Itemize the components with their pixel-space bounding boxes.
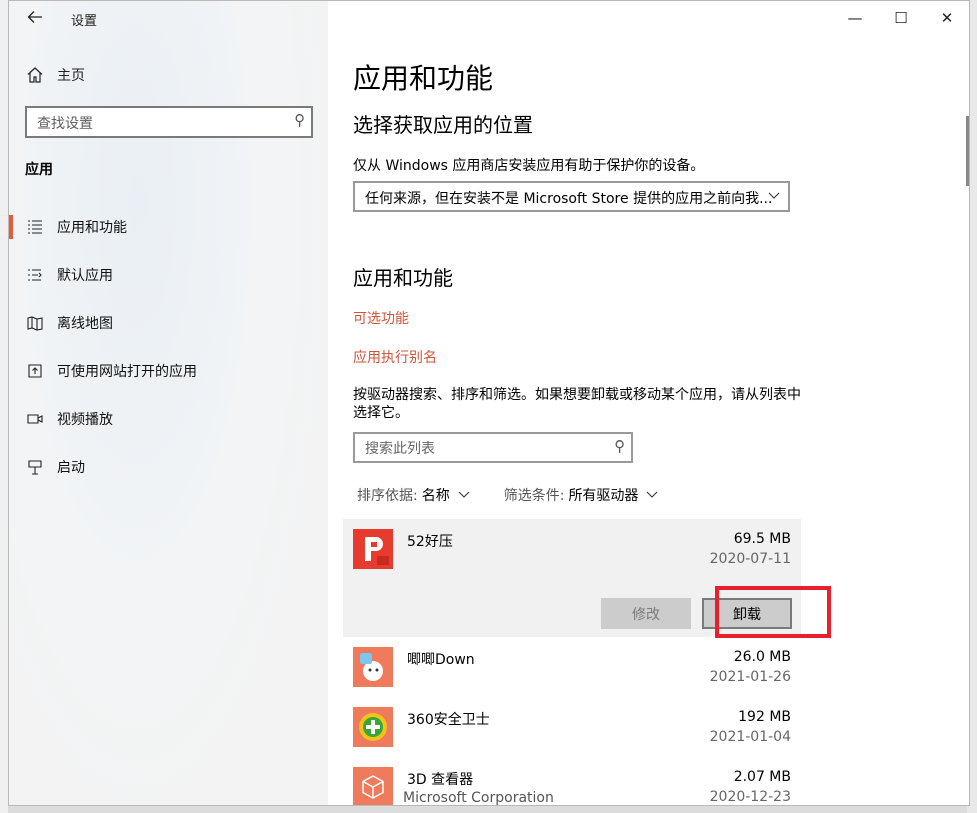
home-icon xyxy=(25,65,45,85)
sidebar-item-apps-for-websites[interactable]: 可使用网站打开的应用 xyxy=(9,347,328,395)
app-date: 2021-01-04 xyxy=(709,729,791,745)
settings-window: 设置 主页 查找设置 ⚲ 应用 应用和功能 默认应用 离线地图 可使用网站打开的… xyxy=(8,0,970,806)
list-item[interactable]: 3D 查看器 Microsoft Corporation 2.07 MB 202… xyxy=(343,757,801,806)
app-date: 2020-12-23 xyxy=(709,789,791,805)
open-in-app-icon xyxy=(25,361,45,381)
app-size: 69.5 MB xyxy=(733,531,791,547)
sidebar-item-startup[interactable]: 启动 xyxy=(9,443,328,491)
app-source-dropdown[interactable]: 任何来源，但在安装不是 Microsoft Store 提供的应用之前向我... xyxy=(353,181,790,212)
filter-dropdown[interactable]: 筛选条件: 所有驱动器 xyxy=(504,485,659,505)
app-name: 360安全卫士 xyxy=(407,712,490,728)
app-name: 52好压 xyxy=(407,534,453,550)
minimize-icon: — xyxy=(847,9,863,27)
app-size: 2.07 MB xyxy=(733,769,791,785)
apps-heading: 应用和功能 xyxy=(353,266,453,290)
default-apps-icon xyxy=(25,265,45,285)
section-title: 应用 xyxy=(25,162,53,178)
maximize-icon: ☐ xyxy=(894,9,908,27)
app-size: 26.0 MB xyxy=(733,649,791,665)
app-size: 192 MB xyxy=(738,709,791,725)
app-list: 52好压 69.5 MB 2020-07-11 修改 卸载 唧唧Down 26.… xyxy=(343,519,801,806)
background-left xyxy=(0,0,8,813)
sidebar-item-label: 可使用网站打开的应用 xyxy=(57,364,197,380)
sidebar-item-apps-features[interactable]: 应用和功能 xyxy=(9,203,328,251)
app-alias-link[interactable]: 应用执行别名 xyxy=(353,347,437,367)
sidebar-item-video-playback[interactable]: 视频播放 xyxy=(9,395,328,443)
modify-button[interactable]: 修改 xyxy=(601,598,691,629)
sidebar: 设置 主页 查找设置 ⚲ 应用 应用和功能 默认应用 离线地图 可使用网站打开的… xyxy=(9,1,328,805)
app-name: 3D 查看器 xyxy=(407,772,474,788)
startup-icon xyxy=(25,457,45,477)
app-name: 唧唧Down xyxy=(407,652,475,668)
list-item[interactable]: 360安全卫士 192 MB 2021-01-04 xyxy=(343,697,801,757)
sidebar-item-label: 离线地图 xyxy=(57,316,113,332)
video-icon xyxy=(25,409,45,429)
3d-viewer-icon xyxy=(353,767,393,805)
chevron-down-icon xyxy=(646,488,658,503)
chevron-down-icon xyxy=(458,488,470,503)
scrollbar[interactable] xyxy=(966,116,969,186)
sidebar-item-label: 视频播放 xyxy=(57,412,113,428)
active-indicator xyxy=(9,215,13,239)
close-icon: ✕ xyxy=(940,9,954,27)
filter-value: 所有驱动器 xyxy=(568,488,639,504)
app-date: 2021-01-26 xyxy=(709,669,791,685)
sidebar-item-offline-maps[interactable]: 离线地图 xyxy=(9,299,328,347)
search-placeholder: 搜索此列表 xyxy=(365,441,435,457)
list-description: 按驱动器搜索、排序和筛选。如果想要卸载或移动某个应用，请从列表中选择它。 xyxy=(353,387,801,421)
sort-dropdown[interactable]: 排序依据: 名称 xyxy=(357,485,470,505)
sort-value: 名称 xyxy=(421,488,450,504)
highlight-annotation-box xyxy=(715,586,831,638)
settings-search-input[interactable]: 查找设置 ⚲ xyxy=(25,106,313,138)
apps-list-icon xyxy=(25,217,45,237)
search-icon: ⚲ xyxy=(294,111,305,129)
maximize-button[interactable]: ☐ xyxy=(878,1,924,35)
sort-key: 排序依据: xyxy=(357,488,418,504)
back-arrow-icon[interactable] xyxy=(25,7,45,27)
page-title: 应用和功能 xyxy=(353,62,494,95)
main-content: — ☐ ✕ 应用和功能 选择获取应用的位置 仅从 Windows 应用商店安装应… xyxy=(328,1,969,806)
map-icon xyxy=(25,313,45,333)
sidebar-nav: 应用和功能 默认应用 离线地图 可使用网站打开的应用 视频播放 启动 xyxy=(9,203,328,491)
source-heading: 选择获取应用的位置 xyxy=(353,113,533,137)
home-nav[interactable]: 主页 xyxy=(25,63,85,87)
app-date: 2020-07-11 xyxy=(709,551,791,567)
home-label: 主页 xyxy=(57,68,85,84)
jijidown-icon xyxy=(353,647,393,687)
sort-filter-row: 排序依据: 名称 筛选条件: 所有驱动器 xyxy=(357,485,658,505)
filter-key: 筛选条件: xyxy=(503,488,565,504)
title-bar: 设置 xyxy=(9,1,328,35)
360-icon xyxy=(353,707,393,747)
app-source-value: 任何来源，但在安装不是 Microsoft Store 提供的应用之前向我... xyxy=(365,191,773,207)
sidebar-item-label: 默认应用 xyxy=(57,268,113,284)
app-list-search-input[interactable]: 搜索此列表 ⚲ xyxy=(353,432,633,463)
app-publisher: Microsoft Corporation xyxy=(403,790,554,806)
haoya-icon xyxy=(353,529,393,569)
sidebar-item-default-apps[interactable]: 默认应用 xyxy=(9,251,328,299)
search-placeholder: 查找设置 xyxy=(37,116,93,132)
optional-features-link[interactable]: 可选功能 xyxy=(353,308,409,328)
source-description: 仅从 Windows 应用商店安装应用有助于保护你的设备。 xyxy=(353,158,705,174)
chevron-down-icon xyxy=(768,186,780,210)
window-title: 设置 xyxy=(71,14,98,29)
sidebar-item-label: 启动 xyxy=(57,460,85,476)
list-item[interactable]: 唧唧Down 26.0 MB 2021-01-26 xyxy=(343,637,801,697)
minimize-button[interactable]: — xyxy=(832,1,878,35)
sidebar-item-label: 应用和功能 xyxy=(57,220,127,236)
close-button[interactable]: ✕ xyxy=(924,1,969,35)
search-icon: ⚲ xyxy=(614,437,625,455)
